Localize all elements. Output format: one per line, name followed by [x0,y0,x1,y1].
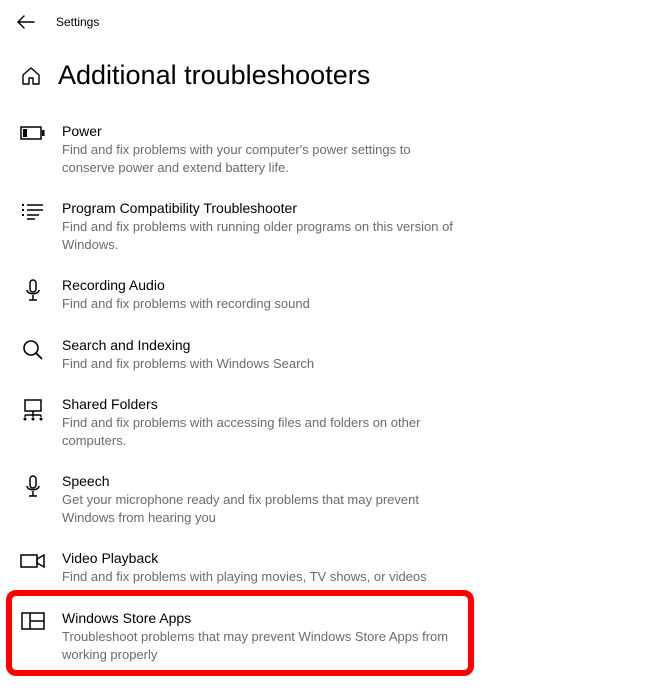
troubleshooter-desc: Find and fix problems with Windows Searc… [62,355,462,373]
microphone-icon [20,475,46,499]
microphone-icon [20,279,46,303]
search-icon [20,339,46,363]
page-title-row: Additional troubleshooters [0,36,656,111]
troubleshooter-text: Program Compatibility Troubleshooter Fin… [62,200,462,253]
troubleshooter-title: Power [62,123,462,139]
troubleshooter-speech[interactable]: Speech Get your microphone ready and fix… [20,465,636,542]
troubleshooter-title: Video Playback [62,550,462,566]
troubleshooter-windows-store-apps[interactable]: Windows Store Apps Troubleshoot problems… [20,602,636,679]
troubleshooter-video-playback[interactable]: Video Playback Find and fix problems wit… [20,542,636,602]
troubleshooter-text: Windows Store Apps Troubleshoot problems… [62,610,462,663]
troubleshooter-title: Shared Folders [62,396,462,412]
troubleshooter-text: Power Find and fix problems with your co… [62,123,462,176]
troubleshooter-program-compatibility[interactable]: Program Compatibility Troubleshooter Fin… [20,192,636,269]
troubleshooter-search-indexing[interactable]: Search and Indexing Find and fix problem… [20,329,636,389]
list-icon [20,202,46,226]
troubleshooter-desc: Find and fix problems with playing movie… [62,568,462,586]
troubleshooter-recording-audio[interactable]: Recording Audio Find and fix problems wi… [20,269,636,329]
troubleshooter-desc: Find and fix problems with recording sou… [62,295,462,313]
troubleshooter-text: Search and Indexing Find and fix problem… [62,337,462,373]
troubleshooter-title: Recording Audio [62,277,462,293]
troubleshooter-power[interactable]: Power Find and fix problems with your co… [20,115,636,192]
troubleshooter-text: Speech Get your microphone ready and fix… [62,473,462,526]
battery-icon [20,125,46,149]
troubleshooter-title: Speech [62,473,462,489]
troubleshooter-desc: Get your microphone ready and fix proble… [62,491,462,526]
apps-icon [20,612,46,636]
arrow-left-icon [17,15,35,29]
page-title: Additional troubleshooters [58,60,370,91]
troubleshooter-desc: Find and fix problems with your computer… [62,141,462,176]
header-title: Settings [56,15,99,29]
troubleshooter-text: Recording Audio Find and fix problems wi… [62,277,462,313]
troubleshooter-title: Windows Store Apps [62,610,462,626]
network-computer-icon [20,398,46,422]
troubleshooter-list: Power Find and fix problems with your co… [0,111,656,679]
header: Settings [0,0,656,36]
troubleshooter-shared-folders[interactable]: Shared Folders Find and fix problems wit… [20,388,636,465]
troubleshooter-text: Video Playback Find and fix problems wit… [62,550,462,586]
troubleshooter-title: Search and Indexing [62,337,462,353]
troubleshooter-title: Program Compatibility Troubleshooter [62,200,462,216]
troubleshooter-text: Shared Folders Find and fix problems wit… [62,396,462,449]
troubleshooter-desc: Find and fix problems with running older… [62,218,462,253]
troubleshooter-desc: Find and fix problems with accessing fil… [62,414,462,449]
video-camera-icon [20,552,46,576]
back-button[interactable] [16,12,36,32]
home-icon[interactable] [20,65,42,87]
troubleshooter-desc: Troubleshoot problems that may prevent W… [62,628,462,663]
